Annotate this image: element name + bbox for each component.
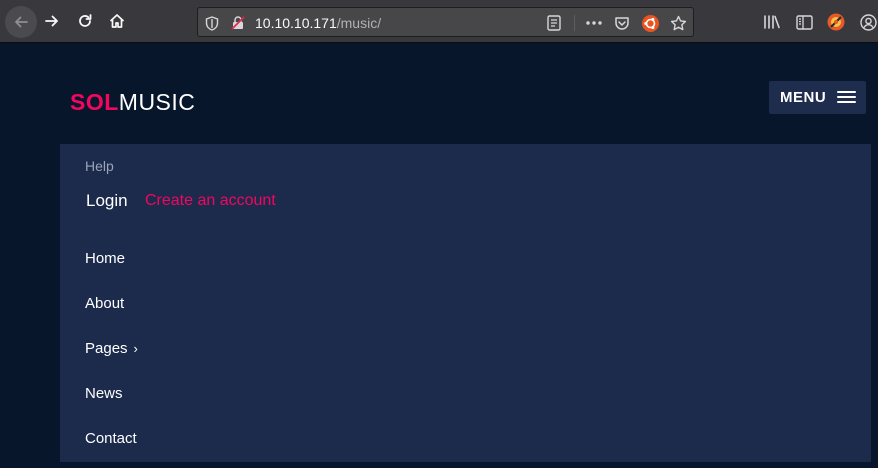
- site-logo[interactable]: SOLMUSIC: [70, 89, 195, 115]
- forward-icon: [45, 15, 58, 27]
- extension-icon[interactable]: [826, 12, 846, 32]
- nav-item-home[interactable]: Home: [85, 250, 125, 267]
- reload-icon: [79, 14, 92, 27]
- nav-item-label: Pages: [85, 340, 128, 357]
- nav-item-label: About: [85, 295, 125, 312]
- ubuntu-icon[interactable]: [641, 14, 659, 32]
- url-path: /music/: [336, 15, 382, 31]
- login-link[interactable]: Login: [86, 191, 128, 211]
- page-content: SOLMUSIC MENU Help Login Create an accou…: [0, 44, 878, 468]
- create-account-link[interactable]: Create an account: [145, 192, 276, 210]
- back-icon: [15, 16, 28, 28]
- pocket-icon[interactable]: [613, 14, 631, 32]
- nav-item-news[interactable]: News: [85, 385, 123, 402]
- browser-toolbar: 10.10.10.171/music/: [0, 0, 878, 43]
- url-text[interactable]: 10.10.10.171/music/: [255, 14, 381, 32]
- nav-item-label: News: [85, 385, 123, 402]
- nav-item-about[interactable]: About: [85, 295, 124, 312]
- library-icon[interactable]: [762, 12, 782, 32]
- nav-item-contact[interactable]: Contact: [85, 430, 137, 447]
- menu-button[interactable]: MENU: [769, 81, 866, 114]
- star-icon[interactable]: [669, 14, 687, 32]
- logo-music: MUSIC: [118, 89, 196, 115]
- nav-item-label: Contact: [85, 430, 137, 447]
- hamburger-icon: [837, 91, 856, 104]
- shield-icon[interactable]: [203, 14, 221, 32]
- url-bar[interactable]: 10.10.10.171/music/: [197, 7, 694, 37]
- help-link[interactable]: Help: [85, 158, 114, 174]
- reader-view-icon[interactable]: [545, 14, 563, 32]
- more-actions-icon[interactable]: [585, 14, 603, 32]
- account-icon[interactable]: [858, 12, 878, 32]
- sidebar-icon[interactable]: [794, 12, 814, 32]
- logo-sol: SOL: [70, 89, 119, 115]
- nav-item-pages[interactable]: Pages ›: [85, 340, 138, 357]
- insecure-lock-icon[interactable]: [229, 14, 247, 32]
- forward-button[interactable]: [37, 6, 67, 36]
- home-button[interactable]: [102, 6, 132, 36]
- url-bar-separator: [574, 15, 575, 31]
- home-icon: [109, 14, 125, 28]
- back-button[interactable]: [5, 6, 37, 38]
- menu-panel: Help Login Create an account Home About …: [60, 144, 871, 462]
- url-host: 10.10.10.171: [255, 15, 337, 31]
- nav-item-label: Home: [85, 250, 126, 267]
- chevron-right-icon: ›: [133, 341, 138, 356]
- menu-label: MENU: [780, 89, 827, 106]
- reload-button[interactable]: [70, 6, 100, 36]
